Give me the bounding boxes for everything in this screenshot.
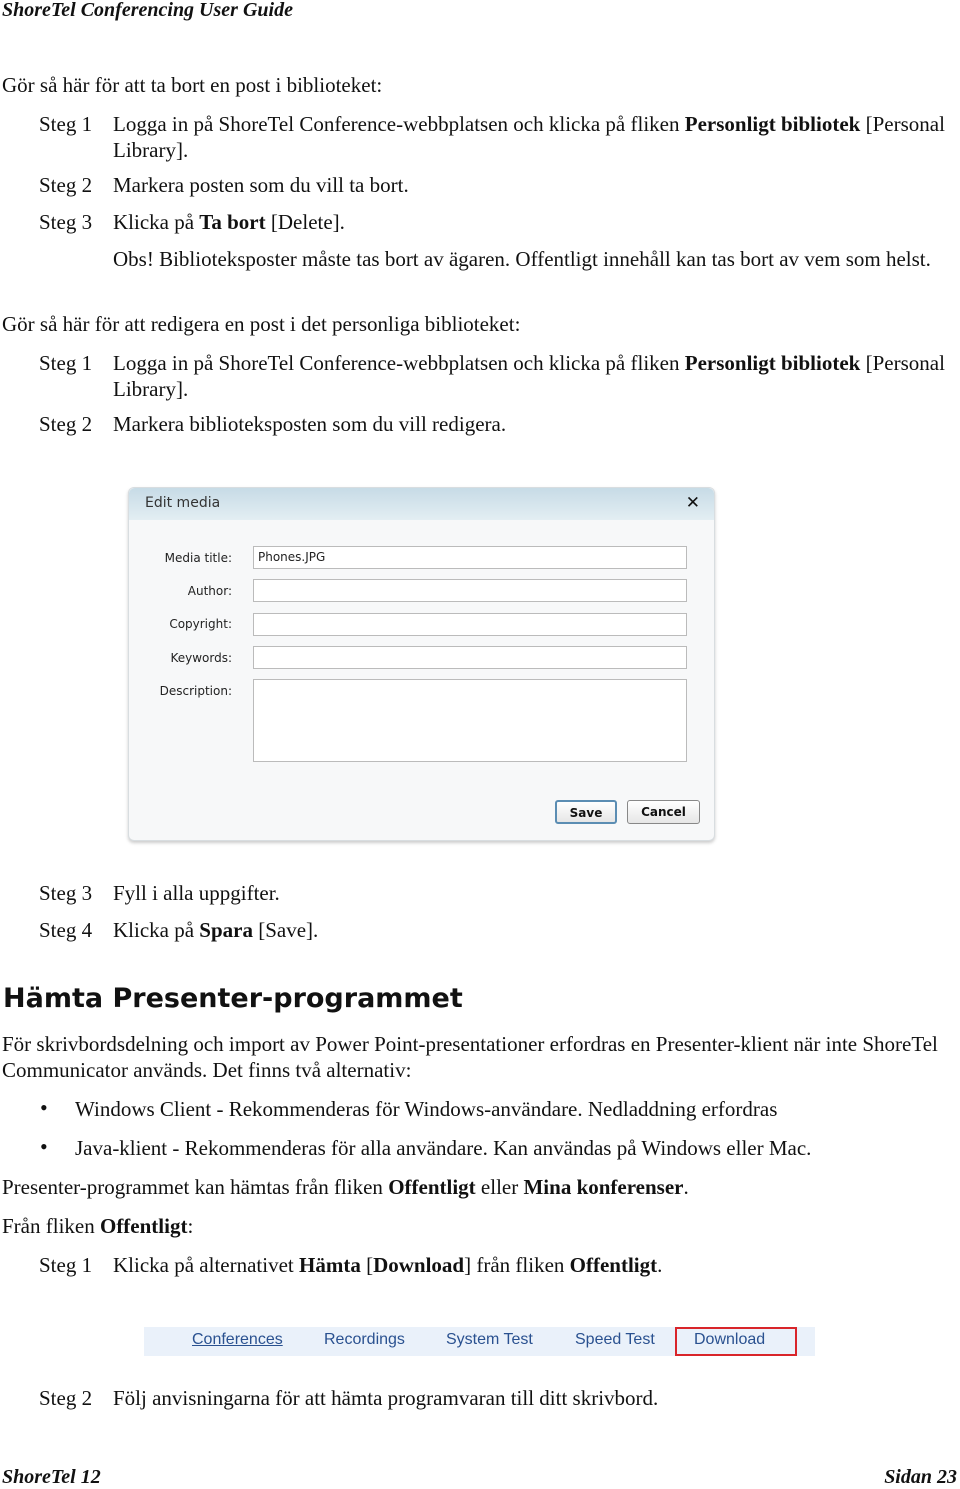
- media-title-label: Media title:: [164, 551, 232, 565]
- bullet-icon: •: [40, 1134, 48, 1159]
- bold-text: Personligt bibliotek: [684, 112, 861, 136]
- text-segment: Markera posten som du vill ta bort.: [113, 173, 409, 197]
- text-segment: Fyll i alla uppgifter.: [113, 881, 280, 905]
- step-text: Klicka på Ta bort [Delete].: [113, 209, 953, 235]
- section3-paragraph-2: Presenter-programmet kan hämtas från fli…: [2, 1174, 689, 1200]
- step-text: Logga in på ShoreTel Conference-webbplat…: [113, 350, 953, 402]
- description-label: Description:: [159, 684, 232, 698]
- step-text: Följ anvisningarna för att hämta program…: [113, 1385, 953, 1411]
- text-segment: Logga in på ShoreTel Conference-webbplat…: [113, 112, 685, 136]
- bold-text: Offentligt: [99, 1214, 188, 1238]
- text-segment: Biblioteksposter måste tas bort av ägare…: [153, 247, 931, 271]
- section3-paragraph: För skrivbordsdelning och import av Powe…: [2, 1032, 938, 1082]
- step-text: Klicka på Spara [Save].: [113, 917, 953, 943]
- keywords-label: Keywords:: [170, 651, 232, 665]
- text-segment: Klicka på: [113, 210, 200, 234]
- tab-speed-test[interactable]: Speed Test: [575, 1331, 655, 1349]
- step-text: Fyll i alla uppgifter.: [113, 880, 953, 906]
- text-segment: Följ anvisningarna för att hämta program…: [113, 1386, 659, 1410]
- text-segment: :: [187, 1214, 194, 1238]
- step-label: Steg 4: [39, 918, 93, 942]
- section2-intro: Gör så här för att redigera en post i de…: [2, 312, 521, 336]
- keywords-input[interactable]: [253, 646, 687, 669]
- text-segment: .: [657, 1253, 663, 1277]
- bold-text: Personligt bibliotek: [684, 351, 861, 375]
- dialog-title: Edit media: [145, 495, 221, 511]
- section3-paragraph-3: Från fliken Offentligt:: [2, 1213, 193, 1239]
- author-label: Author:: [187, 584, 232, 598]
- edit-media-dialog: Edit media ✕ Media title: Phones.JPG Aut…: [128, 487, 715, 841]
- text-segment: [Save].: [252, 918, 319, 942]
- text-segment: eller: [475, 1175, 524, 1199]
- section-heading: Hämta Presenter-programmet: [3, 983, 463, 1014]
- text-segment: [: [360, 1253, 374, 1277]
- step-label: Steg 3: [39, 210, 93, 234]
- step-label: Steg 3: [39, 881, 93, 905]
- step-label: Steg 2: [39, 1386, 93, 1410]
- bold-text: Offentligt: [569, 1253, 658, 1277]
- text-segment: .: [683, 1175, 689, 1199]
- step-text: Markera posten som du vill ta bort.: [113, 172, 953, 198]
- tab-recordings[interactable]: Recordings: [324, 1331, 405, 1349]
- text-segment: Presenter-programmet kan hämtas från fli…: [2, 1175, 389, 1199]
- step-label: Steg 1: [39, 112, 93, 136]
- bullet-text: Java-klient - Rekommenderas för alla anv…: [75, 1136, 812, 1160]
- step-text: Logga in på ShoreTel Conference-webbplat…: [113, 111, 953, 163]
- tab-conferences[interactable]: Conferences: [192, 1331, 283, 1349]
- media-title-input[interactable]: Phones.JPG: [253, 546, 687, 569]
- tab-system-test[interactable]: System Test: [446, 1331, 533, 1349]
- copyright-input[interactable]: [253, 613, 687, 636]
- section1-intro: Gör så här för att ta bort en post i bib…: [2, 73, 383, 97]
- text-segment: ] från fliken: [464, 1253, 570, 1277]
- text-segment: [Delete].: [265, 210, 345, 234]
- cancel-button[interactable]: Cancel: [627, 800, 700, 824]
- tab-bar: Conferences Recordings System Test Speed…: [144, 1327, 815, 1356]
- note: Obs! Biblioteksposter måste tas bort av …: [113, 246, 958, 272]
- author-input[interactable]: [253, 579, 687, 602]
- text-segment: Klicka på alternativet: [113, 1253, 299, 1277]
- footer-page-number: Sidan 23: [884, 1466, 957, 1488]
- step-text: Klicka på alternativet Hämta [Download] …: [113, 1252, 953, 1278]
- bold-text: Offentligt: [388, 1175, 476, 1199]
- text-segment: Obs!: [113, 247, 154, 271]
- text-segment: Klicka på: [113, 918, 200, 942]
- step-label: Steg 1: [39, 351, 93, 375]
- running-header: ShoreTel Conferencing User Guide: [2, 0, 293, 21]
- step-label: Steg 2: [39, 173, 93, 197]
- bold-text: Ta bort: [199, 210, 266, 234]
- bold-text: Mina konferenser: [523, 1175, 684, 1199]
- text-segment: Markera biblioteksposten som du vill red…: [113, 412, 507, 436]
- bold-text: Download: [373, 1253, 465, 1277]
- text-segment: Logga in på ShoreTel Conference-webbplat…: [113, 351, 685, 375]
- footer-left: ShoreTel 12: [2, 1466, 101, 1488]
- bullet-icon: •: [40, 1095, 48, 1120]
- bullet-text: Windows Client - Rekommenderas för Windo…: [75, 1097, 778, 1121]
- tab-download[interactable]: Download: [694, 1331, 765, 1349]
- step-label: Steg 2: [39, 412, 93, 436]
- copyright-label: Copyright:: [169, 617, 232, 631]
- close-icon[interactable]: ✕: [686, 493, 700, 513]
- text-segment: Från fliken: [2, 1214, 100, 1238]
- bold-text: Spara: [199, 918, 253, 942]
- description-textarea[interactable]: [253, 679, 687, 762]
- step-label: Steg 1: [39, 1253, 93, 1277]
- step-text: Markera biblioteksposten som du vill red…: [113, 411, 953, 437]
- save-button[interactable]: Save: [555, 800, 617, 824]
- bold-text: Hämta: [299, 1253, 361, 1277]
